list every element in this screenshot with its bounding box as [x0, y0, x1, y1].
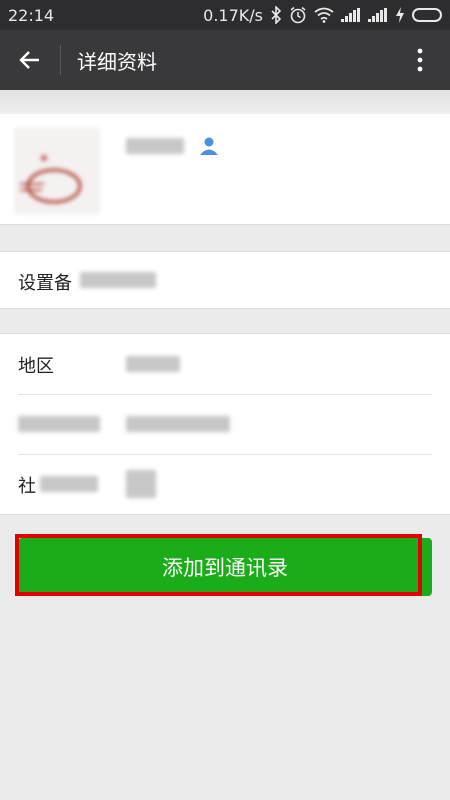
- status-icons: 0.17K/s: [203, 6, 442, 25]
- info-row-social[interactable]: 社: [0, 454, 450, 514]
- app-bar-divider: [60, 45, 61, 75]
- battery-icon: [412, 8, 442, 22]
- social-label: 社: [18, 476, 36, 497]
- back-button[interactable]: [0, 30, 60, 90]
- remark-row[interactable]: 设置备: [0, 251, 450, 309]
- net-speed: 0.17K/s: [203, 5, 263, 25]
- charging-icon: [395, 7, 405, 23]
- wifi-icon: [314, 7, 334, 23]
- info-row-signature: [0, 394, 450, 454]
- region-value: [126, 356, 180, 372]
- bluetooth-icon: [270, 6, 282, 24]
- info-card: 地区 社: [0, 333, 450, 515]
- remark-label: 设置备: [18, 273, 72, 294]
- more-button[interactable]: [390, 30, 450, 90]
- alarm-icon: [289, 6, 307, 24]
- app-bar: 详细资料: [0, 30, 450, 90]
- info-row-region: 地区: [0, 334, 450, 394]
- signal-icon: [368, 8, 388, 22]
- status-bar: 22:14 0.17K/s: [0, 0, 450, 30]
- avatar[interactable]: [14, 128, 100, 214]
- signal-icon: [341, 8, 361, 22]
- signature-value: [126, 416, 230, 432]
- signature-label: [18, 416, 100, 432]
- header-shadow: [0, 90, 450, 114]
- more-vertical-icon: [417, 48, 423, 72]
- user-icon: [199, 136, 219, 160]
- arrow-left-icon: [19, 51, 39, 69]
- add-to-contacts-button[interactable]: 添加到通讯录: [18, 538, 432, 596]
- social-value: [126, 470, 156, 498]
- social-label-blur: [40, 476, 98, 492]
- status-time: 22:14: [8, 5, 55, 25]
- nickname: [126, 138, 184, 154]
- remark-value: [80, 272, 156, 288]
- region-label: 地区: [18, 356, 54, 377]
- page-title: 详细资料: [77, 49, 157, 74]
